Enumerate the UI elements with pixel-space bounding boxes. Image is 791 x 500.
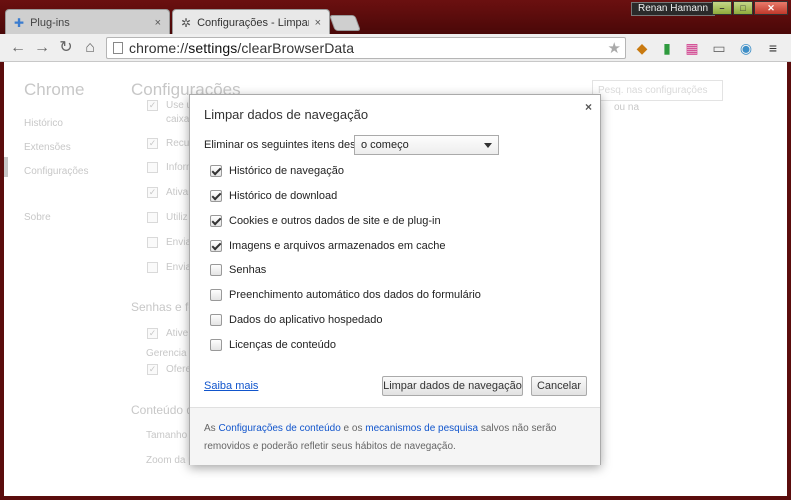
dialog-footer: As Configurações de conteúdo e os mecani… bbox=[190, 407, 600, 465]
option-checkbox[interactable] bbox=[210, 240, 222, 252]
page-icon bbox=[113, 42, 123, 54]
new-tab-button[interactable] bbox=[329, 15, 361, 31]
option-row[interactable]: Preenchimento automático dos dados do fo… bbox=[210, 289, 481, 301]
minimize-button[interactable]: – bbox=[712, 1, 732, 15]
close-icon[interactable]: × bbox=[155, 17, 161, 29]
option-row[interactable]: Licenças de conteúdo bbox=[210, 339, 336, 351]
option-label: Licenças de conteúdo bbox=[229, 339, 337, 351]
close-icon[interactable]: × bbox=[585, 100, 592, 114]
extension-icon[interactable]: ◆ bbox=[633, 39, 651, 57]
search-engines-link[interactable]: mecanismos de pesquisa bbox=[365, 423, 478, 434]
period-value: o começo bbox=[361, 139, 409, 151]
cancel-button[interactable]: Cancelar bbox=[531, 376, 587, 396]
option-row[interactable]: Senhas bbox=[210, 264, 266, 276]
extension-icon[interactable]: ▦ bbox=[683, 39, 701, 57]
chevron-down-icon bbox=[484, 143, 492, 148]
reload-icon[interactable]: ↻ bbox=[56, 38, 76, 58]
url-text: chrome://settings/clearBrowserData bbox=[129, 40, 355, 56]
option-checkbox[interactable] bbox=[210, 190, 222, 202]
period-select[interactable]: o começo bbox=[354, 135, 499, 155]
home-icon[interactable]: ⌂ bbox=[80, 38, 100, 58]
content-settings-link[interactable]: Configurações de conteúdo bbox=[218, 423, 340, 434]
learn-more-link[interactable]: Saiba mais bbox=[204, 380, 258, 392]
close-icon[interactable]: × bbox=[315, 17, 321, 29]
period-label: Eliminar os seguintes itens desde: bbox=[204, 139, 371, 151]
option-checkbox[interactable] bbox=[210, 314, 222, 326]
option-checkbox[interactable] bbox=[210, 339, 222, 351]
option-checkbox[interactable] bbox=[210, 215, 222, 227]
forward-icon[interactable]: → bbox=[32, 38, 52, 58]
option-row[interactable]: Dados do aplicativo hospedado bbox=[210, 314, 383, 326]
option-label: Dados do aplicativo hospedado bbox=[229, 314, 383, 326]
tab-title: Configurações - Limpar da bbox=[197, 16, 309, 29]
option-label: Preenchimento automático dos dados do fo… bbox=[229, 289, 481, 301]
option-label: Senhas bbox=[229, 264, 267, 276]
option-label: Imagens e arquivos armazenados em cache bbox=[229, 240, 446, 252]
maximize-button[interactable]: □ bbox=[733, 1, 753, 15]
clear-data-dialog: Limpar dados de navegação × Eliminar os … bbox=[189, 94, 601, 465]
option-checkbox[interactable] bbox=[210, 264, 222, 276]
camera-icon[interactable]: ◉ bbox=[737, 39, 755, 57]
option-row[interactable]: Histórico de download bbox=[210, 190, 337, 202]
toolbar: ← → ↻ ⌂ chrome://settings/clearBrowserDa… bbox=[0, 34, 791, 62]
option-row[interactable]: Histórico de navegação bbox=[210, 165, 344, 177]
title-bar: ✚ Plug-ins × ✲ Configurações - Limpar da… bbox=[0, 0, 791, 35]
option-checkbox[interactable] bbox=[210, 165, 222, 177]
gear-icon: ✲ bbox=[181, 15, 192, 30]
tab-plugins[interactable]: ✚ Plug-ins × bbox=[5, 9, 170, 35]
tab-settings[interactable]: ✲ Configurações - Limpar da × bbox=[172, 9, 330, 35]
option-row[interactable]: Cookies e outros dados de site e de plug… bbox=[210, 215, 441, 227]
tab-title: Plug-ins bbox=[30, 16, 70, 29]
address-bar[interactable]: chrome://settings/clearBrowserData ★ bbox=[106, 37, 626, 59]
option-row[interactable]: Imagens e arquivos armazenados em cache bbox=[210, 240, 445, 252]
extension-icon[interactable]: ▮ bbox=[658, 39, 676, 57]
clear-data-button[interactable]: Limpar dados de navegação bbox=[382, 376, 523, 396]
option-label: Cookies e outros dados de site e de plug… bbox=[229, 215, 441, 227]
menu-icon[interactable]: ≡ bbox=[764, 39, 782, 57]
profile-name[interactable]: Renan Hamann bbox=[631, 2, 716, 16]
close-window-button[interactable]: ✕ bbox=[754, 1, 788, 15]
back-icon[interactable]: ← bbox=[8, 38, 28, 58]
option-label: Histórico de download bbox=[229, 190, 338, 202]
puzzle-icon: ✚ bbox=[14, 15, 25, 30]
cast-icon[interactable]: ▭ bbox=[710, 39, 728, 57]
dialog-title: Limpar dados de navegação bbox=[204, 107, 369, 122]
star-icon[interactable]: ★ bbox=[608, 39, 621, 57]
option-label: Histórico de navegação bbox=[229, 165, 344, 177]
option-checkbox[interactable] bbox=[210, 289, 222, 301]
